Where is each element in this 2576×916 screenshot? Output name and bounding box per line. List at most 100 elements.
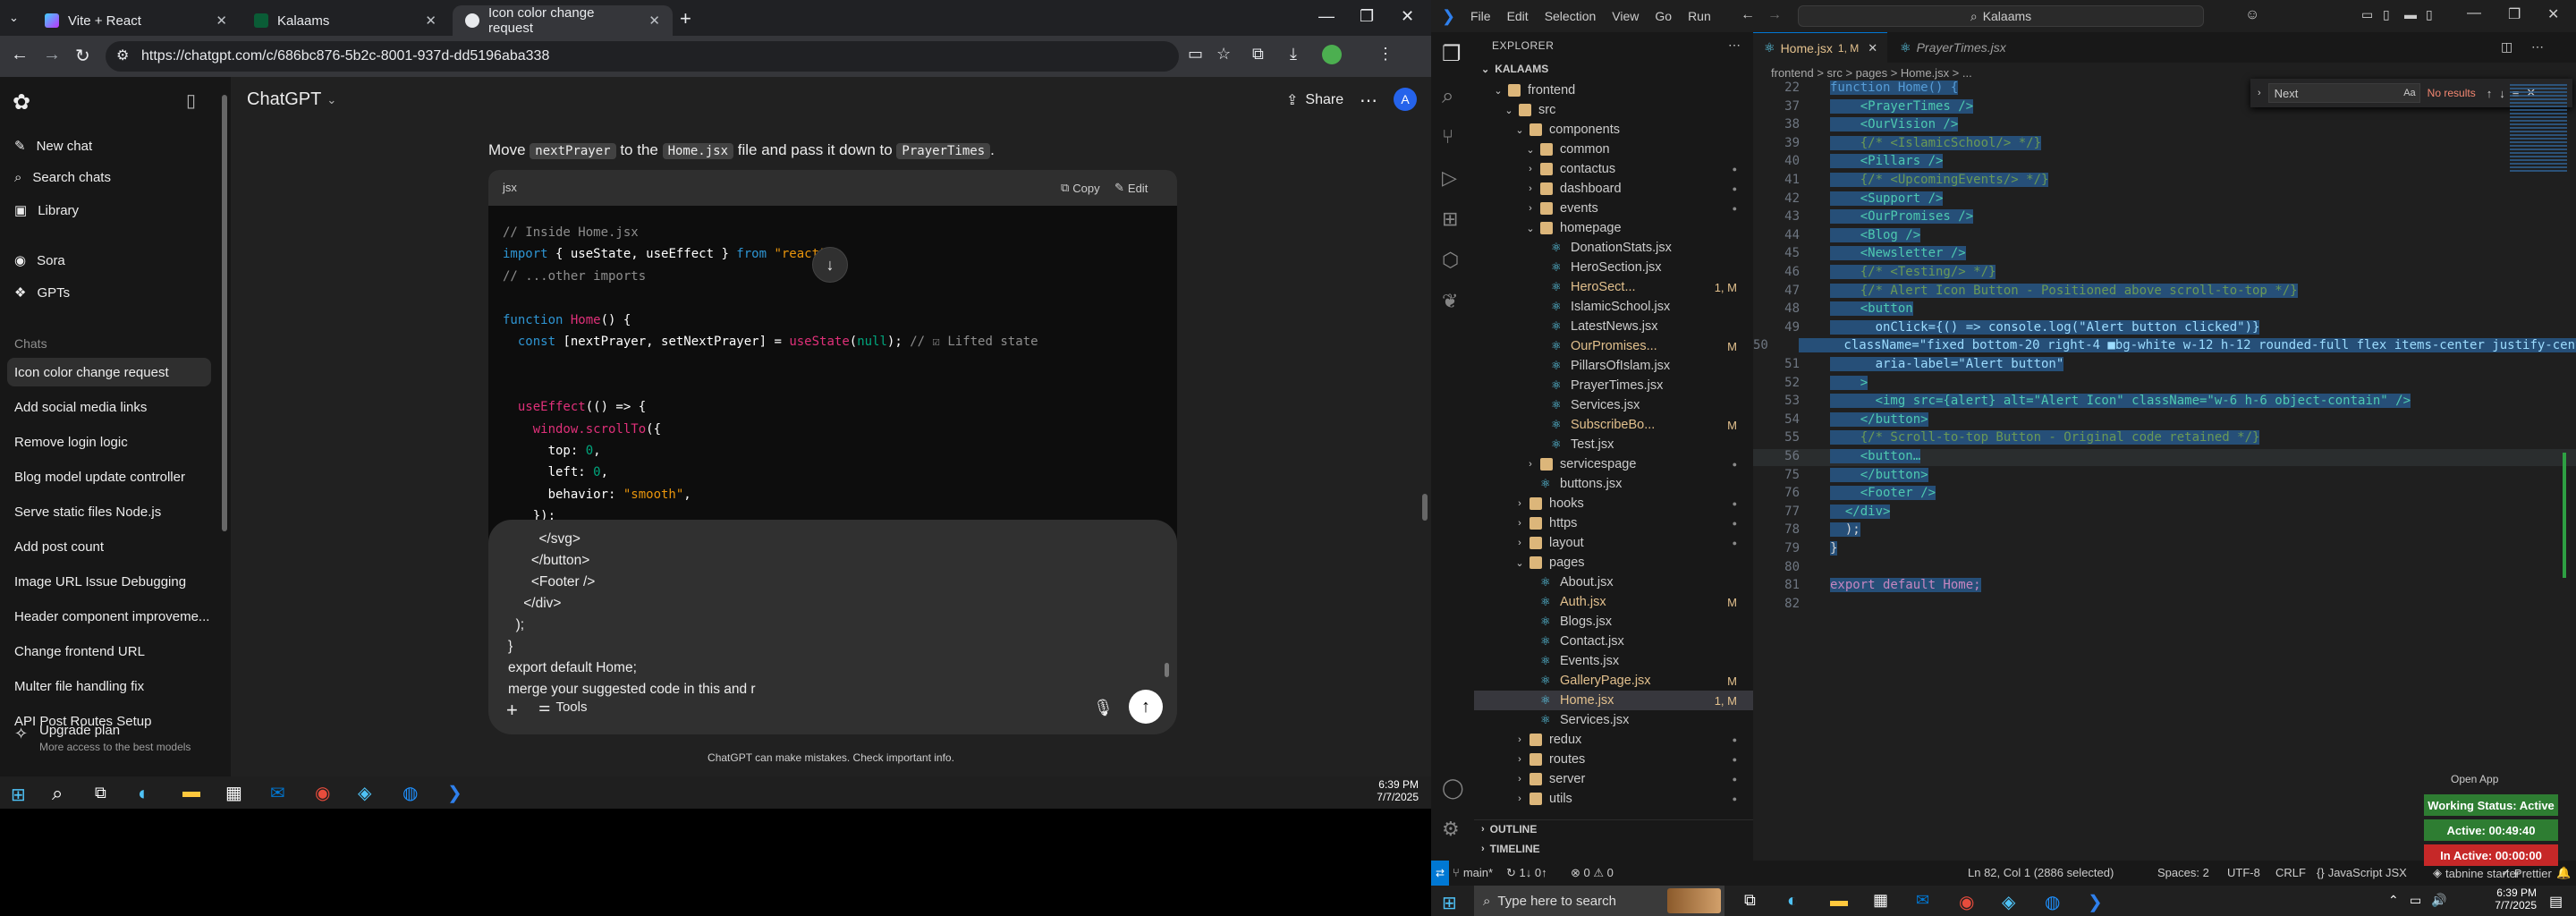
notifications-icon[interactable]: ▤: [2549, 893, 2563, 911]
end-of-line[interactable]: CRLF: [2275, 866, 2306, 879]
tree-item-test-jsx[interactable]: ⚛ Test.jsx: [1474, 435, 1753, 454]
outline-section[interactable]: › OUTLINE: [1481, 823, 1537, 835]
chat-item[interactable]: Remove login logic: [14, 435, 211, 450]
tree-item-home-jsx[interactable]: ⚛ Home.jsx 1, M: [1474, 691, 1753, 710]
chat-item[interactable]: Multer file handling fix: [14, 679, 211, 694]
toggle-panel-icon[interactable]: ▬: [2404, 7, 2417, 21]
find-input[interactable]: Next Aa: [2267, 83, 2420, 103]
toggle-secondary-icon[interactable]: ▯: [2426, 7, 2433, 22]
search-icon[interactable]: ⌕: [52, 782, 63, 805]
tree-item-prayertimes-jsx[interactable]: ⚛ PrayerTimes.jsx: [1474, 376, 1753, 395]
editor-line[interactable]: 45 <Newsletter />: [1753, 246, 2576, 263]
maximize-icon[interactable]: ❐: [2508, 5, 2521, 23]
editor-line[interactable]: 49 onClick={() => console.log("Alert but…: [1753, 319, 2576, 337]
branch-indicator[interactable]: ⑂ main*: [1453, 866, 1493, 879]
editor-line[interactable]: 50 className="fixed bottom-20 right-4 ■b…: [1753, 338, 2576, 355]
breadcrumb[interactable]: frontend > src > pages > Home.jsx > ...: [1771, 66, 1972, 80]
extensions-puzzle-icon[interactable]: ⧉: [1252, 45, 1264, 64]
tree-item-buttons-jsx[interactable]: ⚛ buttons.jsx: [1474, 474, 1753, 494]
editor-line[interactable]: 53 <img src={alert} alt="Alert Icon" cla…: [1753, 394, 2576, 411]
settings-gear-icon[interactable]: ⚙: [1442, 818, 1460, 841]
prettier-status[interactable]: ✓ Prettier: [2501, 866, 2552, 880]
editor-line[interactable]: 52 >: [1753, 375, 2576, 393]
account-icon[interactable]: ◯: [1442, 776, 1464, 800]
editor-line[interactable]: 76 <Footer />: [1753, 486, 2576, 503]
run-debug-icon[interactable]: ▷: [1442, 166, 1457, 190]
more-options-icon[interactable]: ⋯: [1360, 89, 1377, 112]
tree-item-routes[interactable]: › routes ●: [1474, 750, 1753, 769]
tree-item-common[interactable]: ⌄ common: [1474, 140, 1753, 159]
explorer-icon[interactable]: ❐: [1442, 41, 1462, 67]
edge-icon[interactable]: ◐: [1787, 891, 1798, 912]
chrome-menu-icon[interactable]: ⋮: [1377, 45, 1394, 64]
close-window-icon[interactable]: ✕: [2547, 5, 2559, 23]
network-icon[interactable]: ▭: [2410, 893, 2421, 908]
close-icon[interactable]: ✕: [216, 13, 227, 29]
new-tab-icon[interactable]: +: [680, 7, 691, 30]
share-button[interactable]: ⇪ Share: [1286, 91, 1343, 109]
file-explorer-icon[interactable]: ▬: [1830, 891, 1848, 912]
search-icon[interactable]: ⌕: [1442, 84, 1453, 109]
tree-item-utils[interactable]: › utils ●: [1474, 789, 1753, 809]
tree-item-latestnews-jsx[interactable]: ⚛ LatestNews.jsx: [1474, 317, 1753, 336]
close-window-icon[interactable]: ✕: [1401, 7, 1414, 26]
remote-indicator-icon[interactable]: ⇄: [1431, 861, 1449, 886]
tree-item-herosection-jsx[interactable]: ⚛ HeroSection.jsx: [1474, 258, 1753, 277]
tab-vite-react[interactable]: Vite + React ✕: [32, 5, 240, 36]
volume-icon[interactable]: 🔊: [2431, 893, 2446, 908]
sidebar-scrollbar[interactable]: [222, 95, 227, 531]
app-icon[interactable]: ◈: [2002, 891, 2015, 913]
composer-text[interactable]: </svg> </button> <Footer /> </div> );} ex…: [508, 529, 756, 700]
file-explorer-icon[interactable]: ▬: [182, 782, 200, 802]
send-button[interactable]: ↑: [1129, 690, 1163, 724]
scroll-down-icon[interactable]: ↓: [812, 247, 848, 283]
back-icon[interactable]: ←: [1741, 7, 1755, 23]
source-control-icon[interactable]: ⑂: [1442, 125, 1453, 148]
forward-icon[interactable]: →: [1767, 7, 1782, 23]
app-icon[interactable]: ◈: [358, 782, 371, 804]
bookmark-icon[interactable]: ☆: [1216, 45, 1231, 64]
tree-item-services-jsx[interactable]: ⚛ Services.jsx: [1474, 395, 1753, 415]
editor-line[interactable]: 39 {/* <IslamicSchool/> */}: [1753, 135, 2576, 153]
tree-item-auth-jsx[interactable]: ⚛ Auth.jsx M: [1474, 592, 1753, 612]
edge-icon[interactable]: ◐: [138, 782, 149, 805]
command-center[interactable]: ⌕ Kalaams: [1798, 5, 2204, 27]
tab-prayertimes-jsx[interactable]: ⚛ PrayerTimes.jsx: [1889, 32, 2023, 63]
taskbar-search-input[interactable]: ⌕ Type here to search: [1474, 886, 1724, 916]
app-icon[interactable]: ◍: [402, 782, 418, 804]
tab-kalaams[interactable]: Kalaams ✕: [242, 5, 449, 36]
tree-item-blogs-jsx[interactable]: ⚛ Blogs.jsx: [1474, 612, 1753, 632]
tree-item-hooks[interactable]: › hooks ●: [1474, 494, 1753, 513]
chat-item[interactable]: Blog model update controller: [14, 470, 211, 485]
layout-icon[interactable]: ▭: [2361, 7, 2373, 22]
task-view-icon[interactable]: ⧉: [1744, 891, 1756, 910]
workspace-root[interactable]: ⌄ KALAAMS: [1481, 63, 1548, 75]
user-avatar[interactable]: A: [1394, 88, 1417, 111]
encoding[interactable]: UTF-8: [2227, 866, 2260, 879]
model-selector[interactable]: ChatGPT ⌄: [247, 89, 336, 110]
tree-item-pillarsofislam-jsx[interactable]: ⚛ PillarsOfIslam.jsx: [1474, 356, 1753, 376]
problems-status[interactable]: ⊗ 0 ⚠ 0: [1571, 866, 1614, 880]
tree-item-servicespage[interactable]: › servicespage ●: [1474, 454, 1753, 474]
tree-item-events[interactable]: › events ●: [1474, 199, 1753, 218]
close-icon[interactable]: ✕: [425, 13, 436, 29]
task-view-icon[interactable]: ⧉: [95, 784, 106, 802]
match-case-icon[interactable]: Aa: [2403, 88, 2415, 98]
edit-button[interactable]: ✎ Edit: [1114, 181, 1148, 195]
chevron-right-icon[interactable]: ›: [2258, 88, 2261, 98]
toggle-sidebar-icon[interactable]: ▯: [2383, 7, 2390, 22]
chat-item[interactable]: Icon color change request: [14, 365, 211, 380]
windows-start-icon[interactable]: ⊞: [1442, 892, 1457, 914]
editor-line[interactable]: 43 <OurPromises />: [1753, 209, 2576, 226]
address-bar[interactable]: ⚙ https://chatgpt.com/c/686bc876-5b2c-80…: [106, 41, 1179, 72]
mongodb-icon[interactable]: ❦: [1442, 290, 1458, 313]
close-icon[interactable]: ✕: [1868, 41, 1877, 55]
reload-icon[interactable]: ↻: [75, 45, 90, 67]
nav-sora[interactable]: ◉ Sora: [14, 252, 65, 269]
tree-item-homepage[interactable]: ⌄ homepage: [1474, 218, 1753, 238]
editor-line[interactable]: 40 <Pillars />: [1753, 154, 2576, 171]
indentation[interactable]: Spaces: 2: [2157, 866, 2209, 879]
upgrade-plan-title[interactable]: Upgrade plan: [39, 723, 120, 738]
profile-avatar[interactable]: [1322, 45, 1342, 64]
tree-item-frontend[interactable]: ⌄ frontend: [1474, 81, 1753, 100]
